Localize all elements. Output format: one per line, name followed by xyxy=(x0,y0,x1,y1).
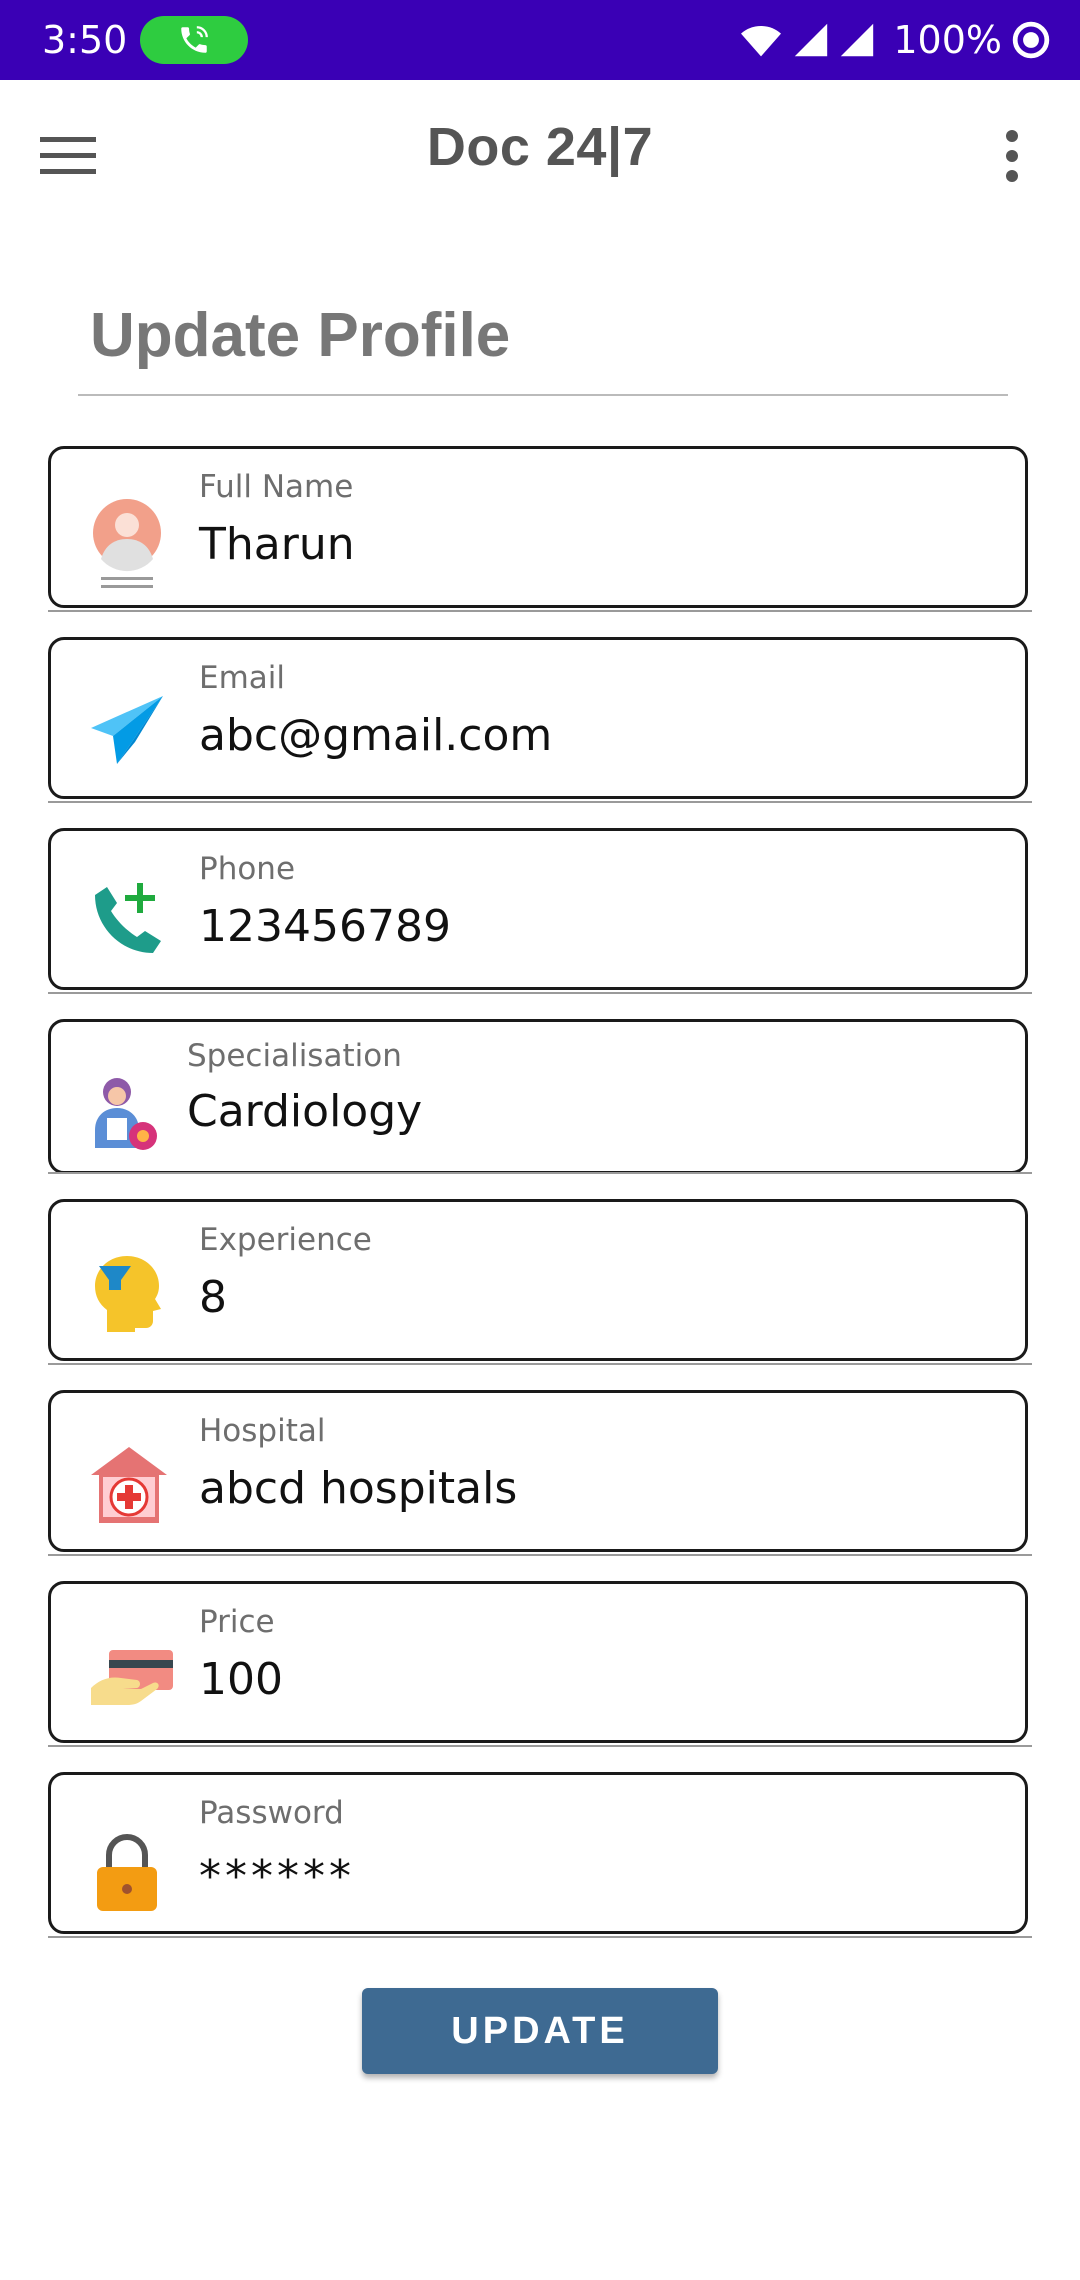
field-divider xyxy=(48,1363,1032,1365)
call-active-icon[interactable] xyxy=(140,16,248,64)
field-divider xyxy=(48,992,1032,994)
price-field[interactable]: Price 100 xyxy=(48,1581,1028,1743)
field-value[interactable]: ****** xyxy=(199,1851,355,1902)
field-value[interactable]: 123456789 xyxy=(199,901,451,952)
status-time: 3:50 xyxy=(42,18,128,62)
field-label: Experience xyxy=(199,1222,372,1258)
field-value[interactable]: abc@gmail.com xyxy=(199,710,552,761)
field-divider xyxy=(48,610,1032,612)
phone-field[interactable]: Phone 123456789 xyxy=(48,828,1028,990)
update-button[interactable]: UPDATE xyxy=(362,1988,718,2074)
status-icons: 100% xyxy=(739,14,1050,66)
field-label: Password xyxy=(199,1795,344,1831)
status-bar: 3:50 100% xyxy=(0,0,1080,80)
page-title: Update Profile xyxy=(90,301,511,370)
padlock-icon xyxy=(87,1831,167,1911)
wifi-icon xyxy=(741,26,782,57)
paper-plane-icon xyxy=(87,690,167,770)
email-field[interactable]: Email abc@gmail.com xyxy=(48,637,1028,799)
phone-add-icon xyxy=(87,881,167,961)
field-divider xyxy=(48,801,1032,803)
app-bar: Doc 24|7 xyxy=(0,80,1080,216)
experience-field[interactable]: Experience 8 xyxy=(48,1199,1028,1361)
field-divider xyxy=(48,1172,1032,1174)
field-value[interactable]: Tharun xyxy=(199,519,355,570)
hospital-icon xyxy=(87,1443,167,1523)
battery-saver-icon xyxy=(1012,21,1050,59)
field-divider xyxy=(48,1745,1032,1747)
head-experience-icon xyxy=(87,1252,167,1332)
doctor-specialist-icon xyxy=(87,1074,167,1154)
field-label: Hospital xyxy=(199,1413,326,1449)
full-name-field[interactable]: Full Name Tharun xyxy=(48,446,1028,608)
field-divider xyxy=(48,1554,1032,1556)
title-underline xyxy=(78,394,1008,396)
specialisation-field[interactable]: Specialisation Cardiology xyxy=(48,1019,1028,1174)
field-label: Price xyxy=(199,1604,275,1640)
field-label: Email xyxy=(199,660,286,696)
field-label: Phone xyxy=(199,851,296,887)
password-field[interactable]: Password ****** xyxy=(48,1772,1028,1934)
hospital-field[interactable]: Hospital abcd hospitals xyxy=(48,1390,1028,1552)
payment-card-icon xyxy=(87,1634,173,1714)
field-value[interactable]: abcd hospitals xyxy=(199,1463,517,1514)
field-divider xyxy=(48,1936,1032,1938)
app-title: Doc 24|7 xyxy=(426,117,654,177)
field-value[interactable]: 8 xyxy=(199,1272,227,1323)
person-avatar-icon xyxy=(87,499,167,588)
battery-percent: 100% xyxy=(893,18,1002,62)
signal-icon xyxy=(795,23,828,57)
field-label: Specialisation xyxy=(187,1038,402,1074)
field-value[interactable]: Cardiology xyxy=(187,1086,422,1137)
more-vert-icon[interactable] xyxy=(972,116,1052,196)
field-label: Full Name xyxy=(199,469,354,505)
signal-icon xyxy=(841,23,874,57)
field-value[interactable]: 100 xyxy=(199,1654,283,1705)
